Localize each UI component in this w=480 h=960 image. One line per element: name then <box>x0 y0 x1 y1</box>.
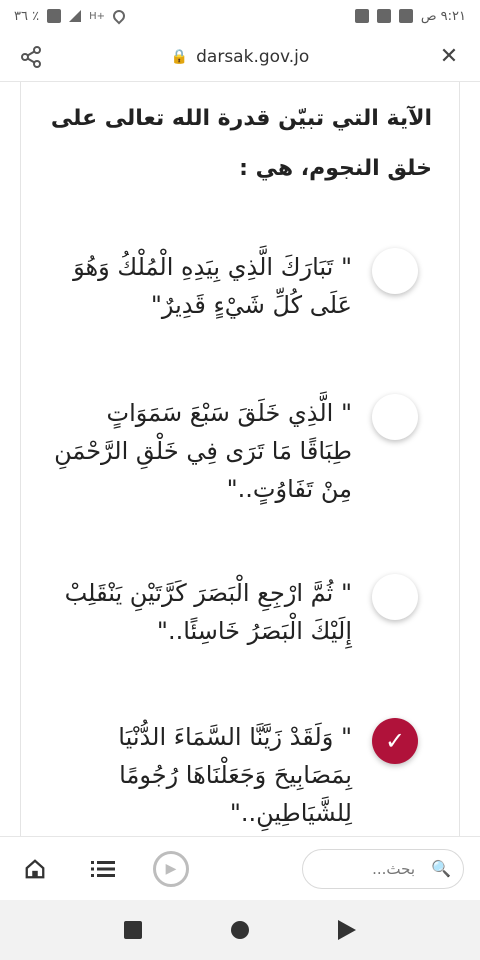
battery-text: ٣٦ ٪ <box>14 8 40 24</box>
option-2-text: " الَّذِي خَلَقَ سَبْعَ سَمَوَاتٍ طِبَاق… <box>54 399 352 503</box>
page-content: الآية التي تبيّن قدرة الله تعالى على خلق… <box>0 82 480 836</box>
status-left: ٣٦ ٪ H+ <box>14 7 128 25</box>
search-icon: 🔍 <box>431 859 451 878</box>
search-box[interactable]: 🔍 <box>302 848 464 889</box>
option-3-radio[interactable] <box>372 574 418 620</box>
option-3-text: " ثُمَّ ارْجِعِ الْبَصَرَ كَرَّتَيْنِ يَ… <box>64 579 352 645</box>
option-4-radio[interactable]: ✓ <box>372 718 418 764</box>
bottom-toolbar: ▶ 🔍 <box>0 836 480 900</box>
close-icon: ✕ <box>439 44 459 69</box>
option-1-radio[interactable] <box>372 248 418 294</box>
url-display[interactable]: 🔒 darsak.gov.jo <box>171 47 310 67</box>
battery-icon <box>47 9 62 23</box>
home-button[interactable] <box>16 850 54 888</box>
play-icon: ▶ <box>153 850 189 887</box>
close-button[interactable]: ✕ <box>434 42 464 72</box>
option-2-radio[interactable] <box>372 394 418 440</box>
home-system-button[interactable] <box>230 921 249 939</box>
back-button[interactable] <box>337 920 356 940</box>
url-bar: 🔒 darsak.gov.jo ✕ <box>0 32 480 82</box>
home-icon <box>25 858 45 878</box>
status-bar: ٣٦ ٪ H+ ٩:٢١ ص <box>0 0 480 32</box>
signal-icon <box>69 10 82 22</box>
share-icon <box>21 45 41 68</box>
share-button[interactable] <box>16 42 46 72</box>
recents-button[interactable] <box>124 921 143 939</box>
image-icon <box>398 9 413 23</box>
play-button[interactable]: ▶ <box>152 850 190 888</box>
network-type-icon: H+ <box>89 10 105 22</box>
lock-icon: 🔒 <box>170 48 189 65</box>
question-text: الآية التي تبيّن قدرة الله تعالى على خلق… <box>50 106 432 181</box>
option-1-text: " تَبَارَكَ الَّذِي بِيَدِهِ الْمُلْكُ و… <box>73 253 352 319</box>
option-4-text: " وَلَقَدْ زَيَّنَّا السَّمَاءَ الدُّنْي… <box>118 723 352 827</box>
url-text: darsak.gov.jo <box>196 46 310 67</box>
download-icon <box>354 9 369 23</box>
status-right: ٩:٢١ ص <box>354 8 466 24</box>
news-icon <box>376 9 391 23</box>
search-input[interactable] <box>315 859 415 878</box>
location-icon <box>110 7 128 25</box>
check-icon: ✓ <box>384 727 406 755</box>
list-icon <box>91 860 115 877</box>
status-time: ٩:٢١ ص <box>420 8 466 24</box>
menu-button[interactable] <box>84 850 122 888</box>
toolbar-left: ▶ <box>16 850 190 888</box>
system-nav-bar <box>0 900 480 960</box>
